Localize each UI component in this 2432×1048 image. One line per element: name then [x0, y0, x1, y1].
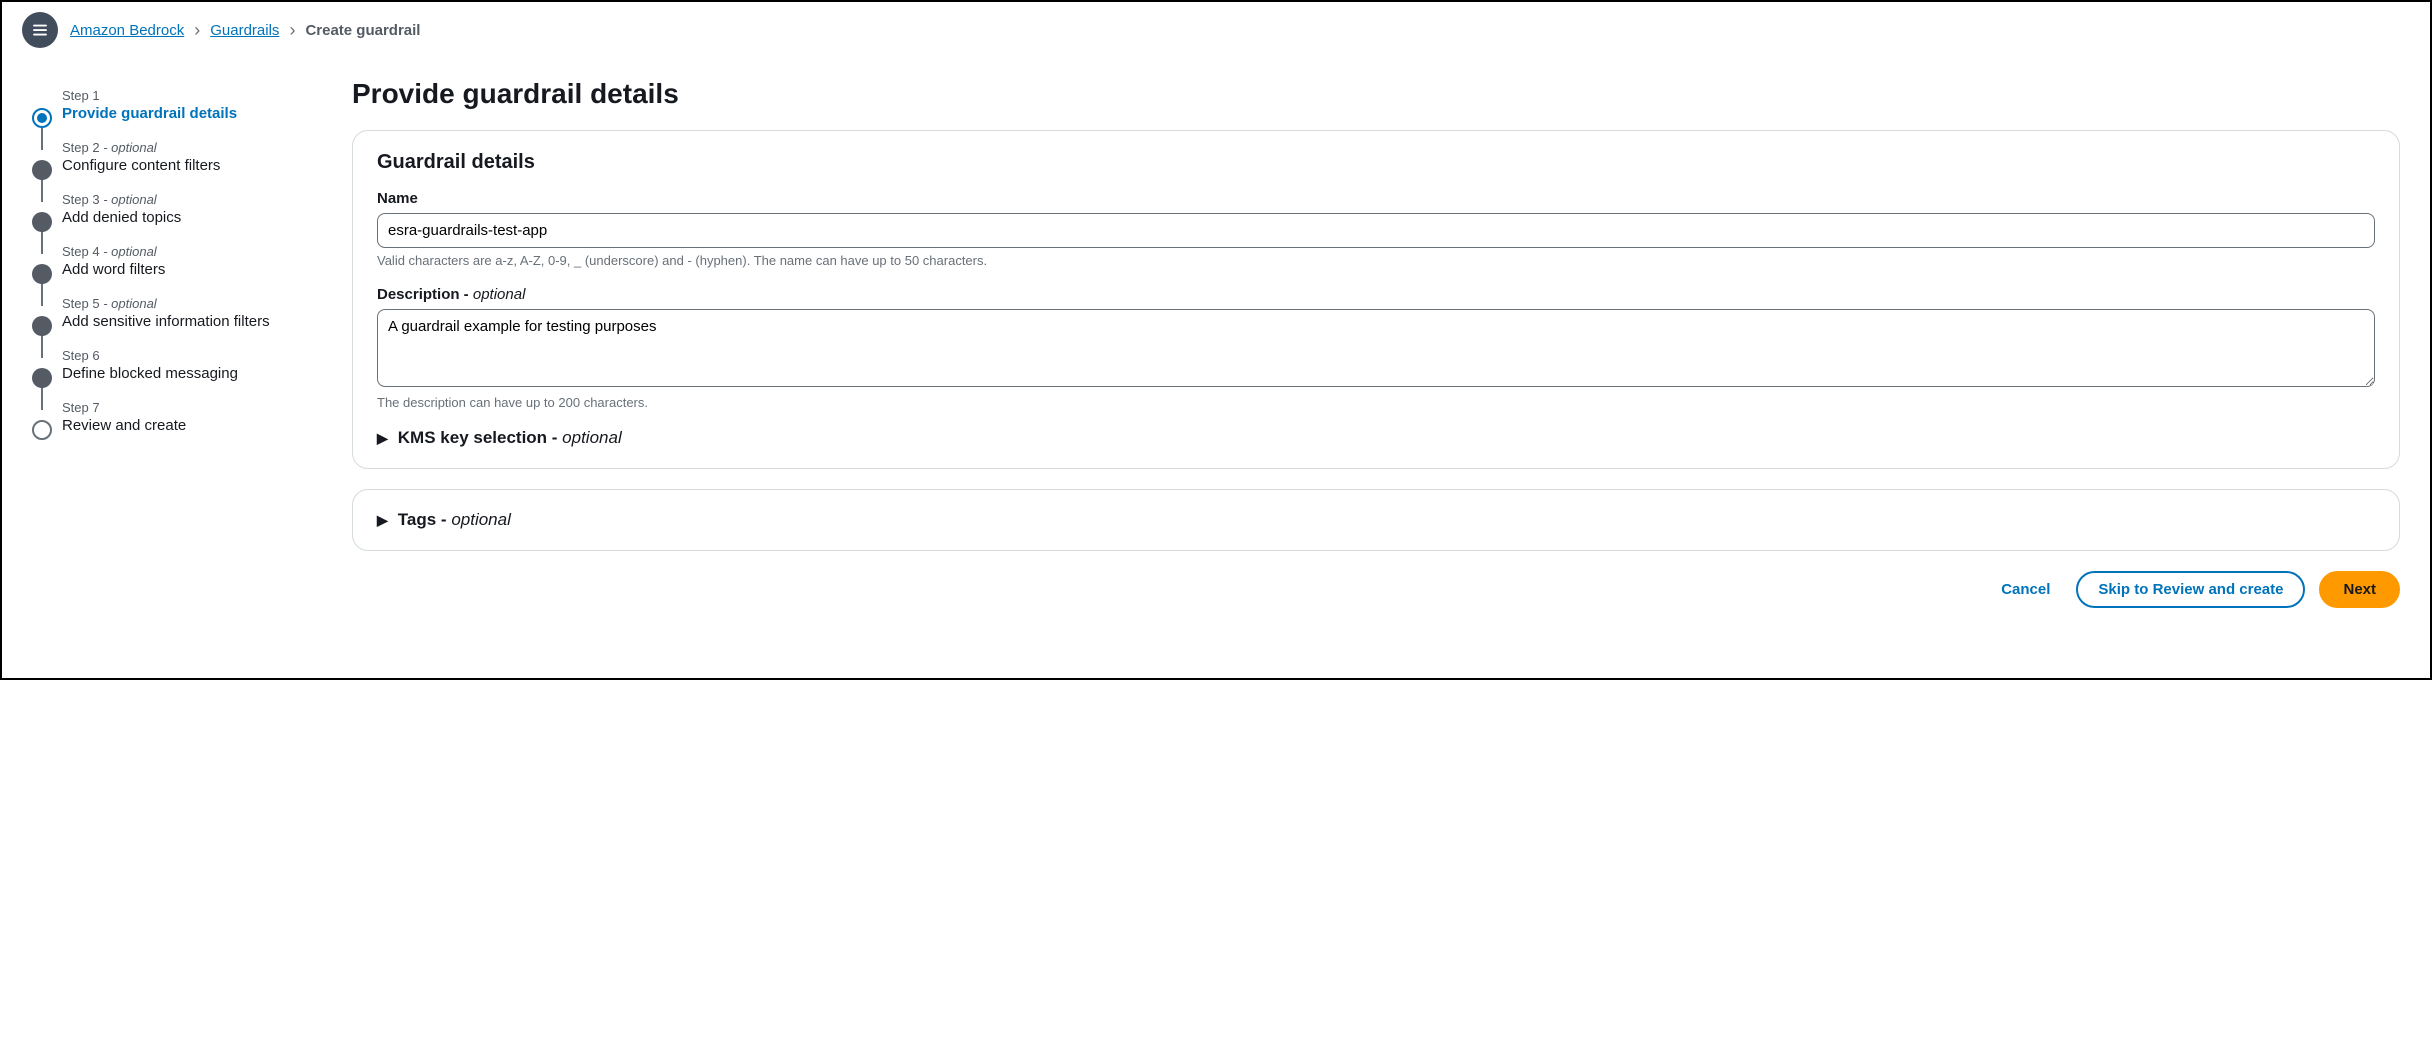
- step-bullet-hollow-icon: [32, 420, 52, 440]
- wizard-step-7[interactable]: Step 7 Review and create: [32, 400, 312, 452]
- step-bullet-active-icon: [32, 108, 52, 128]
- step-title: Add sensitive information filters: [62, 313, 312, 330]
- step-bullet-icon: [32, 264, 52, 284]
- wizard-step-5[interactable]: Step 5 - optional Add sensitive informat…: [32, 296, 312, 348]
- step-number: Step 2 - optional: [62, 140, 312, 155]
- next-button[interactable]: Next: [2319, 571, 2400, 608]
- wizard-step-2[interactable]: Step 2 - optional Configure content filt…: [32, 140, 312, 192]
- step-title: Add word filters: [62, 261, 312, 278]
- page-title: Provide guardrail details: [352, 78, 2400, 110]
- breadcrumb-current: Create guardrail: [305, 22, 420, 39]
- footer-actions: Cancel Skip to Review and create Next: [352, 571, 2400, 608]
- step-bullet-icon: [32, 368, 52, 388]
- name-input[interactable]: [377, 213, 2375, 248]
- step-number: Step 5 - optional: [62, 296, 312, 311]
- step-bullet-icon: [32, 160, 52, 180]
- wizard-step-6[interactable]: Step 6 Define blocked messaging: [32, 348, 312, 400]
- chevron-right-icon: ›: [289, 20, 295, 41]
- tags-panel: ▶ Tags - optional: [352, 489, 2400, 551]
- wizard-step-3[interactable]: Step 3 - optional Add denied topics: [32, 192, 312, 244]
- chevron-right-icon: ›: [194, 20, 200, 41]
- step-bullet-icon: [32, 316, 52, 336]
- wizard-steps: Step 1 Provide guardrail details Step 2 …: [32, 78, 312, 608]
- step-title: Add denied topics: [62, 209, 312, 226]
- step-number: Step 7: [62, 400, 312, 415]
- tags-expander[interactable]: ▶ Tags - optional: [377, 510, 2375, 530]
- kms-expander[interactable]: ▶ KMS key selection - optional: [377, 428, 2375, 448]
- step-number: Step 1: [62, 88, 312, 103]
- skip-button[interactable]: Skip to Review and create: [2076, 571, 2305, 608]
- main-content: Provide guardrail details Guardrail deta…: [352, 78, 2400, 608]
- breadcrumb: Amazon Bedrock › Guardrails › Create gua…: [70, 20, 420, 41]
- top-bar: Amazon Bedrock › Guardrails › Create gua…: [2, 2, 2430, 58]
- wizard-step-1[interactable]: Step 1 Provide guardrail details: [32, 88, 312, 140]
- name-hint: Valid characters are a-z, A-Z, 0-9, _ (u…: [377, 253, 2375, 268]
- caret-right-icon: ▶: [377, 512, 388, 529]
- description-input[interactable]: A guardrail example for testing purposes: [377, 309, 2375, 387]
- step-number: Step 4 - optional: [62, 244, 312, 259]
- guardrail-details-panel: Guardrail details Name Valid characters …: [352, 130, 2400, 469]
- breadcrumb-link-bedrock[interactable]: Amazon Bedrock: [70, 22, 184, 39]
- hamburger-menu-icon[interactable]: [22, 12, 58, 48]
- breadcrumb-link-guardrails[interactable]: Guardrails: [210, 22, 279, 39]
- panel-title: Guardrail details: [377, 151, 2375, 174]
- step-title: Review and create: [62, 417, 312, 434]
- step-title: Define blocked messaging: [62, 365, 312, 382]
- step-bullet-icon: [32, 212, 52, 232]
- name-field: Name Valid characters are a-z, A-Z, 0-9,…: [377, 190, 2375, 268]
- step-number: Step 3 - optional: [62, 192, 312, 207]
- step-title: Provide guardrail details: [62, 105, 312, 122]
- name-label: Name: [377, 190, 2375, 207]
- caret-right-icon: ▶: [377, 430, 388, 447]
- description-field: Description - optional A guardrail examp…: [377, 286, 2375, 410]
- description-hint: The description can have up to 200 chara…: [377, 395, 2375, 410]
- cancel-button[interactable]: Cancel: [1989, 573, 2062, 606]
- step-title: Configure content filters: [62, 157, 312, 174]
- description-label: Description - optional: [377, 286, 2375, 303]
- step-number: Step 6: [62, 348, 312, 363]
- wizard-step-4[interactable]: Step 4 - optional Add word filters: [32, 244, 312, 296]
